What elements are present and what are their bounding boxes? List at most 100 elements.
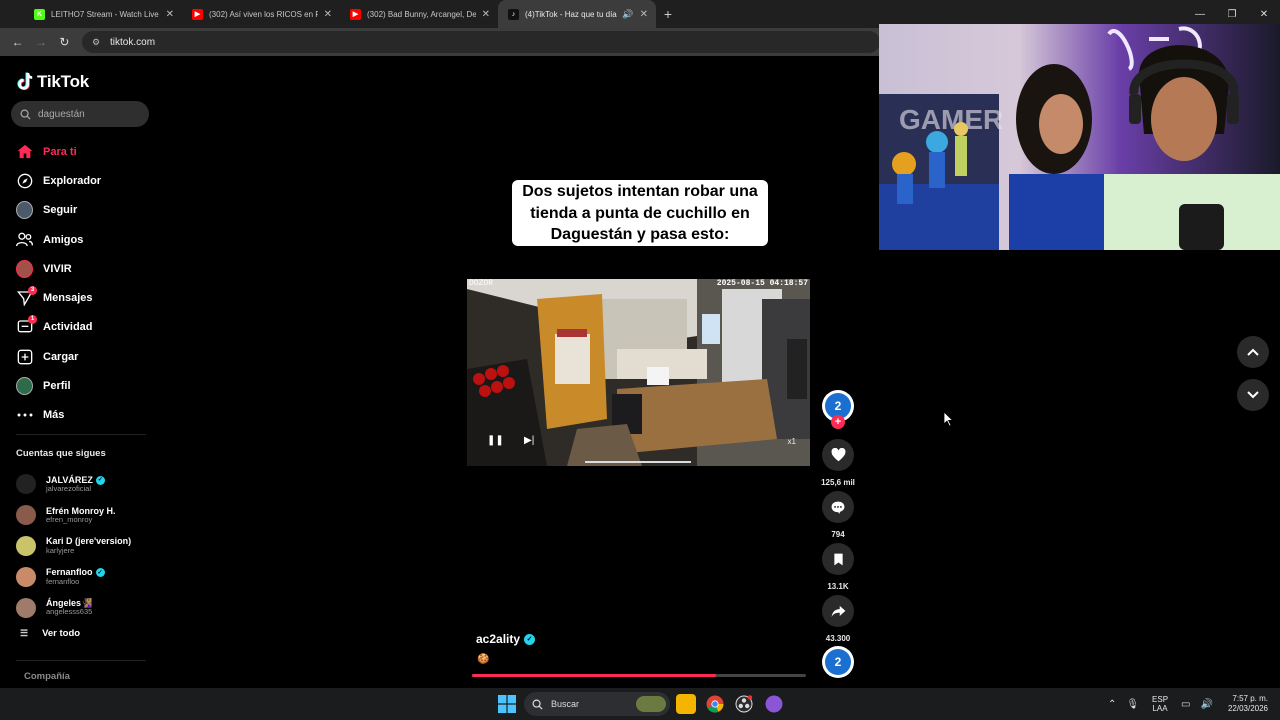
comment-count: 794 <box>831 530 845 539</box>
next-frame-icon[interactable]: ▶| <box>524 435 534 446</box>
home-icon <box>16 143 33 160</box>
site-info-icon[interactable]: ⚙ <box>90 36 102 48</box>
app-icon[interactable] <box>764 694 784 714</box>
language-indicator[interactable]: ESP LAA <box>1152 695 1168 713</box>
see-all-link[interactable]: ☰ Ver todo <box>20 628 80 639</box>
share-arrow-icon <box>831 605 845 617</box>
sound-disc-avatar[interactable]: 2 <box>822 646 854 678</box>
tab-title: (302) Bad Bunny, Arcangel, De <box>367 9 476 19</box>
tiktok-logo[interactable]: TikTok <box>16 72 89 92</box>
company-link[interactable]: Compañía <box>24 671 70 682</box>
comment-icon <box>831 501 845 514</box>
followed-account[interactable]: JALVÁREZ ✓ jalvarezoficial <box>16 469 156 500</box>
video-author[interactable]: ac2ality ✓ <box>476 632 536 646</box>
nav-item[interactable]: Explorador <box>0 166 160 195</box>
clock[interactable]: 7:57 p. m. 22/03/2026 <box>1228 694 1268 713</box>
divider <box>16 660 146 661</box>
tab-close-icon[interactable]: ✕ <box>324 9 332 20</box>
nav-label: Más <box>43 409 65 422</box>
followed-account[interactable]: Ángeles🧏🏽‍♀️ angelesss635 <box>16 592 156 623</box>
network-icon[interactable]: ▭ <box>1181 699 1190 710</box>
video-player[interactable]: DOZOR 2025-08-15 04:18:57 ❚❚ ▶| x1 <box>467 279 810 466</box>
follow-plus-icon[interactable]: + <box>831 415 845 429</box>
webcam-feed-image: GAMER <box>879 24 1280 250</box>
taskbar-search-label: Buscar <box>551 699 580 709</box>
tray-chevron-up-icon[interactable]: ⌃ <box>1108 699 1116 710</box>
taskbar-search[interactable]: Buscar <box>524 692 670 716</box>
taskbar-search-icon <box>532 699 543 710</box>
browser-tab[interactable]: K LEITHO7 Stream - Watch Live o ✕ <box>24 0 182 28</box>
feed-progress-bar[interactable] <box>472 674 806 677</box>
followed-account[interactable]: Fernanfloo ✓ fernanfloo <box>16 561 156 592</box>
windows-start-icon[interactable] <box>498 695 516 713</box>
nav-label: Mensajes <box>43 292 93 305</box>
chevron-down-icon <box>1247 391 1259 399</box>
obs-icon[interactable] <box>734 694 754 714</box>
address-bar[interactable]: ⚙ tiktok.com <box>82 31 880 53</box>
author-name: ac2ality <box>476 632 521 646</box>
search-input[interactable] <box>38 108 138 120</box>
windows-taskbar: Buscar ⌃ 🎙 ESP LAA ▭ 🔊 7:57 p. m. 22/03/… <box>0 688 1280 720</box>
previous-video-button[interactable] <box>1237 336 1269 368</box>
next-video-button[interactable] <box>1237 379 1269 411</box>
new-tab-button[interactable]: + <box>656 0 680 28</box>
nav-item[interactable]: Para ti <box>0 137 160 166</box>
save-button[interactable]: 13.1K <box>822 543 854 591</box>
compass-icon <box>16 172 33 189</box>
cctv-scene-image <box>467 279 810 466</box>
chrome-logo <box>706 695 724 713</box>
forward-arrow-icon[interactable]: → <box>29 30 52 54</box>
reload-icon[interactable]: ↻ <box>53 30 76 54</box>
search-box[interactable] <box>11 101 149 127</box>
comment-circle <box>822 491 854 523</box>
share-button[interactable]: 43.300 <box>822 595 854 643</box>
tab-close-icon[interactable]: ✕ <box>640 9 648 20</box>
video-scrubber[interactable] <box>585 461 691 463</box>
tab-favicon-icon: ▶ <box>192 8 203 20</box>
nav-item[interactable]: Perfil <box>0 371 160 400</box>
volume-icon[interactable]: 🔊 <box>1201 699 1213 710</box>
followed-account[interactable]: Efrén Monroy H. efren_monroy <box>16 500 156 531</box>
nav-label: Amigos <box>43 233 84 246</box>
playback-speed[interactable]: x1 <box>788 437 796 446</box>
followed-account[interactable]: Kari D (jere'version) karlyjere <box>16 531 156 562</box>
browser-tab[interactable]: ▶ (302) Bad Bunny, Arcangel, De ✕ <box>340 0 498 28</box>
like-button[interactable]: 125,6 mil <box>821 439 855 487</box>
browser-tab[interactable]: ♪ (4)TikTok - Haz que tu día s 🔊 ✕ <box>498 0 656 28</box>
microphone-icon[interactable]: 🎙 <box>1126 699 1139 710</box>
chrome-icon[interactable] <box>705 694 725 714</box>
nav-item[interactable]: Más <box>0 401 160 430</box>
browser-tab[interactable]: ▶ (302) Así viven los RICOS en Pe ✕ <box>182 0 340 28</box>
notification-badge: 1 <box>28 314 37 324</box>
tab-close-icon[interactable]: ✕ <box>482 9 490 20</box>
tab-close-icon[interactable]: ✕ <box>166 9 174 20</box>
nav-label: Seguir <box>43 204 78 217</box>
nav-item[interactable]: Seguir <box>0 196 160 225</box>
save-count: 13.1K <box>827 582 849 591</box>
tab-audio-icon[interactable]: 🔊 <box>622 9 633 20</box>
nav-label: Perfil <box>43 380 71 393</box>
like-count: 125,6 mil <box>821 478 855 487</box>
nav-label: Explorador <box>43 174 102 187</box>
comment-button[interactable]: 794 <box>822 491 854 539</box>
tab-favicon-icon: ▶ <box>350 8 361 20</box>
see-all-label: Ver todo <box>42 628 81 639</box>
tiktok-logo-text: TikTok <box>37 72 90 91</box>
lang-top: ESP <box>1152 694 1169 704</box>
video-description: 🍪 <box>477 654 490 665</box>
nav-item[interactable]: 3 Mensajes <box>0 283 160 312</box>
file-explorer-icon[interactable] <box>676 694 696 714</box>
nav-item[interactable]: 1 Actividad <box>0 313 160 342</box>
nav-item[interactable]: Cargar <box>0 342 160 371</box>
tab-favicon-icon: ♪ <box>508 8 519 20</box>
video-caption-overlay: Dos sujetos intentan robar una tienda a … <box>512 180 768 246</box>
camera-label: DOZOR <box>469 279 494 288</box>
nav-item[interactable]: Amigos <box>0 225 160 254</box>
nav-item[interactable]: VIVIR <box>0 254 160 283</box>
back-arrow-icon[interactable]: ← <box>6 30 29 54</box>
pause-icon[interactable]: ❚❚ <box>487 435 504 446</box>
lang-bottom: LAA <box>1152 704 1168 713</box>
profile-icon <box>16 377 33 396</box>
account-avatar <box>16 566 36 587</box>
browser-toolbar: ← → ↻ ⚙ tiktok.com <box>0 28 880 56</box>
